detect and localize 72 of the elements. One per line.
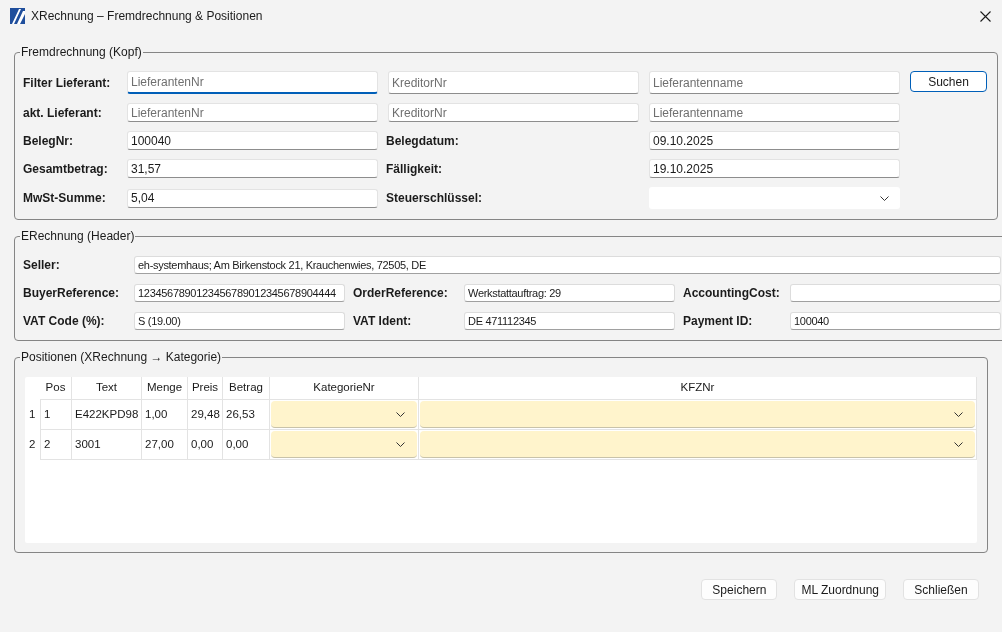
field-label: BelegNr: — [23, 132, 74, 150]
close-icon[interactable] — [980, 10, 991, 22]
dropdown[interactable] — [420, 431, 975, 458]
dropdown[interactable] — [271, 401, 417, 428]
chevron-down-icon — [954, 441, 963, 447]
column-header[interactable]: Betrag — [223, 377, 270, 400]
text-field[interactable] — [790, 284, 1001, 302]
dialog-button[interactable]: Speichern — [701, 579, 778, 600]
table-cell: 0,00 — [223, 430, 270, 460]
field-label: AccountingCost: — [683, 285, 781, 302]
text-field[interactable]: 09.10.2025 — [649, 131, 900, 150]
column-header[interactable]: Preis — [188, 377, 223, 400]
chevron-down-icon — [954, 411, 963, 417]
table-cell: 29,48 — [188, 400, 223, 430]
table-cell: 26,53 — [223, 400, 270, 430]
text-field[interactable]: 100040 — [790, 312, 1001, 330]
text-field[interactable]: Werkstattauftrag: 29 — [464, 284, 675, 302]
row-header[interactable]: 1 — [25, 400, 40, 430]
table-cell: 27,00 — [142, 430, 188, 460]
text-field[interactable]: KreditorNr — [388, 71, 639, 94]
text-field[interactable]: 100040 — [127, 131, 378, 150]
dropdown[interactable] — [271, 431, 417, 458]
dropdown[interactable] — [420, 401, 975, 428]
column-header[interactable]: Pos — [40, 377, 72, 400]
text-field[interactable]: Lieferantenname — [649, 71, 900, 94]
text-field[interactable]: 1234567890123456789012345678904444 — [134, 284, 345, 302]
text-field[interactable]: LieferantenNr — [127, 103, 378, 122]
search-button[interactable]: Suchen — [910, 71, 987, 92]
field-label: OrderReference: — [353, 285, 449, 302]
field-label: Seller: — [23, 257, 61, 274]
text-field[interactable]: 31,57 — [127, 159, 378, 178]
table-cell: 3001 — [72, 430, 142, 460]
column-header[interactable]: Text — [72, 377, 142, 400]
field-label: Belegdatum: — [386, 132, 460, 150]
table-cell: 2 — [40, 430, 72, 460]
field-label: VAT Ident: — [353, 313, 413, 330]
field-label: Gesamtbetrag: — [23, 160, 109, 178]
field-label: Steuerschlüssel: — [386, 190, 484, 207]
field-label: akt. Lieferant: — [23, 104, 103, 122]
text-field[interactable]: LieferantenNr — [127, 71, 378, 94]
text-field[interactable]: KreditorNr — [388, 103, 639, 122]
group-title: ERechnung (Header) — [20, 229, 136, 244]
table-cell: 1 — [40, 400, 72, 430]
group-title: Fremdrechnung (Kopf) — [20, 45, 143, 60]
text-field[interactable]: 5,04 — [127, 188, 378, 208]
text-field[interactable]: Lieferantenname — [649, 103, 900, 122]
dialog-button[interactable]: Schließen — [903, 579, 979, 600]
text-field[interactable]: eh-systemhaus; Am Birkenstock 21, Krauchenwies, 72505, DE — [134, 256, 1001, 274]
field-label: VAT Code (%): — [23, 313, 106, 330]
group-title: Positionen (XRechnung → Kategorie) — [20, 350, 223, 365]
app-icon — [10, 8, 25, 24]
field-label: BuyerReference: — [23, 285, 121, 302]
chevron-down-icon — [880, 195, 889, 201]
text-field[interactable]: S (19.00) — [134, 312, 345, 330]
chevron-down-icon — [396, 441, 405, 447]
text-field[interactable]: 19.10.2025 — [649, 159, 900, 178]
dialog-button[interactable]: ML Zuordnung — [794, 579, 886, 600]
table-cell: 1,00 — [142, 400, 188, 430]
column-header[interactable]: KFZNr — [419, 377, 977, 400]
table-cell: 0,00 — [188, 430, 223, 460]
field-label: Fälligkeit: — [386, 160, 443, 178]
text-field[interactable]: DE 471112345 — [464, 312, 675, 330]
window-title: XRechnung – Fremdrechnung & Positionen — [31, 8, 263, 25]
chevron-down-icon — [396, 411, 405, 417]
column-header[interactable]: KategorieNr — [270, 377, 419, 400]
field-label: Filter Lieferant: — [23, 74, 112, 92]
dropdown[interactable] — [649, 187, 900, 209]
column-header[interactable]: Menge — [142, 377, 188, 400]
row-header[interactable]: 2 — [25, 430, 40, 460]
table-cell: E422KPD98 — [72, 400, 142, 430]
field-label: Payment ID: — [683, 313, 754, 330]
field-label: MwSt-Summe: — [23, 190, 107, 207]
